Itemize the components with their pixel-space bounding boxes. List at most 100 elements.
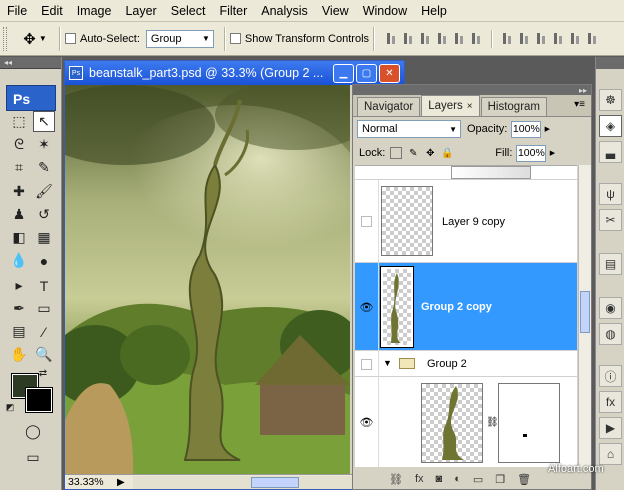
layer-name[interactable]: Group 2 copy <box>421 301 492 313</box>
align-bottom-icon[interactable] <box>419 31 432 47</box>
layers-scroll-thumb[interactable] <box>580 291 590 333</box>
fill-input[interactable]: 100% <box>516 144 547 162</box>
move-tool-icon[interactable]: ↖ <box>33 111 55 132</box>
healing-brush-tool-icon[interactable]: ✚ <box>8 181 30 202</box>
brush-tool-icon[interactable]: 🖌 <box>33 181 55 202</box>
toolbox-header[interactable]: ◂◂ <box>0 57 61 69</box>
horizontal-scroll-thumb[interactable] <box>250 476 299 488</box>
layer-row-selected[interactable]: 👁 Group 2 copy <box>355 263 577 351</box>
visibility-toggle[interactable] <box>355 180 379 263</box>
options-grip[interactable] <box>3 26 7 51</box>
pen-tool-icon[interactable]: ✒ <box>8 298 30 319</box>
layer-row[interactable]: Layer 9 copy <box>355 180 577 263</box>
tab-layers[interactable]: Layers × <box>421 95 480 116</box>
lock-position-icon[interactable]: ✥ <box>424 147 436 159</box>
crop-tool-icon[interactable]: ⌗ <box>8 157 30 178</box>
group-row[interactable]: ▼ Group 2 <box>355 351 577 377</box>
close-tab-icon[interactable]: × <box>467 101 473 112</box>
distribute-vcenter-icon[interactable] <box>518 31 531 47</box>
show-transform-check[interactable] <box>229 33 241 44</box>
tab-histogram[interactable]: Histogram <box>480 97 547 116</box>
shape-tool-icon[interactable]: ▭ <box>33 298 55 319</box>
notes-tool-icon[interactable]: ▤ <box>8 321 30 342</box>
align-right-icon[interactable] <box>470 31 483 47</box>
info-circle-dock-icon[interactable]: ⓘ <box>599 365 622 387</box>
screen-mode-icon[interactable]: ▭ <box>22 447 44 468</box>
fill-slider-icon[interactable]: ▶ <box>546 145 558 162</box>
slice-tool-icon[interactable]: ✎ <box>33 157 55 178</box>
hand-tool-icon[interactable]: ✋ <box>8 344 30 365</box>
link-icon[interactable]: ⛓ <box>486 417 499 428</box>
lock-transparent-icon[interactable] <box>390 147 403 159</box>
layer-name[interactable]: Layer 9 copy <box>442 216 505 228</box>
align-top-icon[interactable] <box>385 31 398 47</box>
distribute-right-icon[interactable] <box>586 31 599 47</box>
info-dock-icon[interactable]: ▤ <box>599 253 622 275</box>
paths-dock-icon[interactable]: ⌂ <box>599 443 622 465</box>
menu-file[interactable]: File <box>0 0 34 22</box>
histogram-dock-icon[interactable]: ▃ <box>599 141 622 163</box>
history-brush-tool-icon[interactable]: ↺ <box>33 204 55 225</box>
lock-pixels-icon[interactable]: ✎ <box>407 147 419 159</box>
zoom-tool-icon[interactable]: 🔍 <box>33 344 55 365</box>
align-hcenter-icon[interactable] <box>453 31 466 47</box>
play-dock-icon[interactable]: ▶ <box>599 417 622 439</box>
swap-colors-icon[interactable]: ⇄ <box>36 367 50 379</box>
menu-view[interactable]: View <box>315 0 356 22</box>
tool-presets-dock-icon[interactable]: ✂ <box>599 209 622 231</box>
blur-tool-icon[interactable]: 💧 <box>8 250 30 271</box>
align-vcenter-icon[interactable] <box>402 31 415 47</box>
maximize-button[interactable]: ▢ <box>356 63 377 83</box>
type-tool-icon[interactable]: T <box>33 275 55 296</box>
blend-mode-dropdown[interactable]: Normal ▼ <box>357 120 461 138</box>
status-menu-icon[interactable]: ▶ <box>117 477 125 488</box>
tab-navigator[interactable]: Navigator <box>357 97 421 116</box>
dock-header[interactable] <box>596 57 624 69</box>
panel-header[interactable]: ▸▸ <box>353 85 591 95</box>
quick-mask-icon[interactable]: ◯ <box>22 421 44 442</box>
layers-dock-icon[interactable]: ◈ <box>599 115 622 137</box>
tool-preset-picker[interactable]: ✥ ▼ <box>15 26 55 52</box>
image-canvas[interactable] <box>65 85 350 474</box>
panel-menu-icon[interactable]: ▾≡ <box>574 99 585 110</box>
opacity-input[interactable]: 100% <box>511 120 542 138</box>
zoom-level[interactable]: 33.33% <box>65 476 117 488</box>
clone-stamp-tool-icon[interactable]: ♟ <box>8 204 30 225</box>
photoshop-logo[interactable]: Ps <box>6 85 56 111</box>
distribute-hcenter-icon[interactable] <box>569 31 582 47</box>
layer-style-icon[interactable]: fx <box>415 473 424 485</box>
document-titlebar[interactable]: Ps beanstalk_part3.psd @ 33.3% (Group 2 … <box>65 61 404 85</box>
layers-scrollbar[interactable] <box>578 165 591 467</box>
menu-image[interactable]: Image <box>70 0 119 22</box>
brushes-dock-icon[interactable]: ψ <box>599 183 622 205</box>
auto-select-dropdown[interactable]: Group ▼ <box>145 29 214 48</box>
menu-window[interactable]: Window <box>356 0 414 22</box>
adjustment-layer-icon[interactable]: ◐ <box>454 473 461 485</box>
gradient-tool-icon[interactable]: ▦ <box>33 227 55 248</box>
group-name[interactable]: Group 2 <box>427 358 467 370</box>
auto-select-checkbox[interactable]: Auto-Select: <box>65 33 140 45</box>
dodge-tool-icon[interactable]: ● <box>33 250 55 271</box>
layer-row[interactable]: 👁 ⛓ <box>355 377 577 467</box>
delete-layer-icon[interactable]: 🗑 <box>517 473 531 486</box>
menu-analysis[interactable]: Analysis <box>254 0 315 22</box>
eyedropper-tool-icon[interactable]: ⁄ <box>33 321 55 342</box>
layer-row[interactable] <box>355 166 577 180</box>
distribute-bottom-icon[interactable] <box>535 31 548 47</box>
eraser-tool-icon[interactable]: ◧ <box>8 227 30 248</box>
visibility-toggle[interactable] <box>355 351 379 377</box>
lock-all-icon[interactable]: 🔒 <box>441 147 453 159</box>
new-layer-icon[interactable]: ❐ <box>495 473 505 486</box>
menu-select[interactable]: Select <box>164 0 213 22</box>
layer-mask-thumbnail[interactable] <box>498 383 560 463</box>
menu-edit[interactable]: Edit <box>34 0 70 22</box>
menu-filter[interactable]: Filter <box>212 0 254 22</box>
lasso-tool-icon[interactable]: ᘓ <box>8 134 30 155</box>
menu-help[interactable]: Help <box>414 0 454 22</box>
distribute-left-icon[interactable] <box>552 31 565 47</box>
background-color-swatch[interactable] <box>25 387 53 413</box>
link-layers-icon[interactable]: ⛓ <box>389 473 403 486</box>
opacity-slider-icon[interactable]: ▶ <box>541 121 553 138</box>
path-selection-tool-icon[interactable]: ▸ <box>8 275 30 296</box>
new-group-icon[interactable]: ▭ <box>473 473 483 486</box>
